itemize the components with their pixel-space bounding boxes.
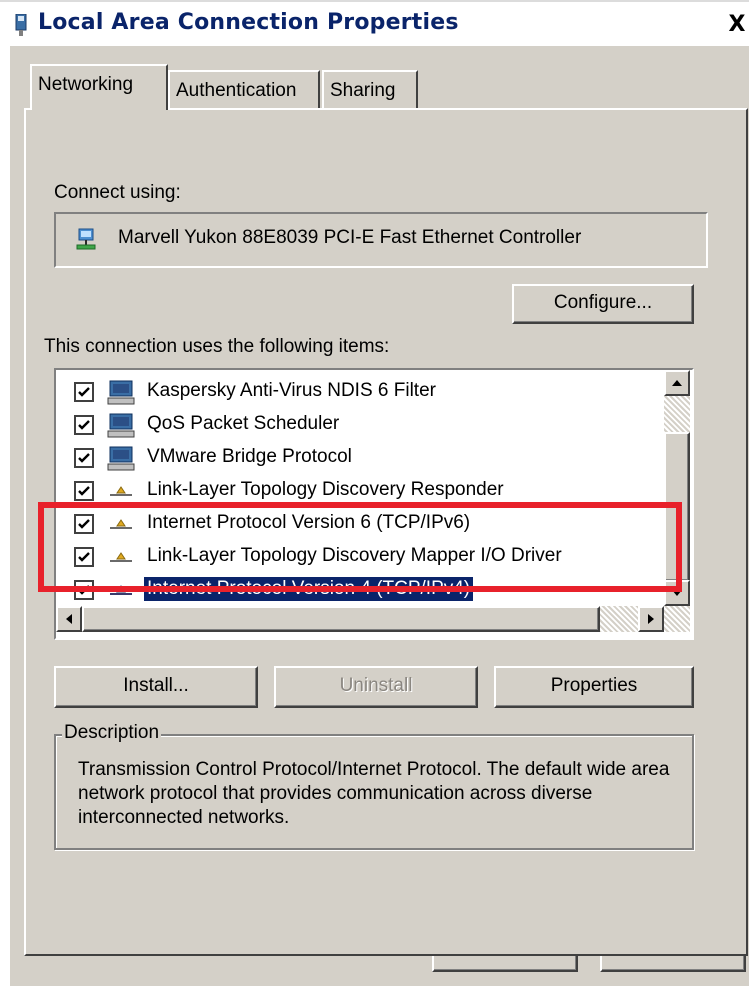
list-item[interactable]: QoS Packet Scheduler <box>56 409 666 442</box>
network-service-icon <box>107 413 135 438</box>
item-checkbox[interactable] <box>74 415 94 435</box>
tab-label: Sharing <box>330 80 396 101</box>
network-service-icon <box>107 446 135 471</box>
properties-button[interactable]: Properties <box>494 666 694 708</box>
item-label: VMware Bridge Protocol <box>147 446 352 467</box>
tab-label: Networking <box>38 74 134 95</box>
checkmark-icon <box>78 453 90 463</box>
horizontal-scrollbar[interactable] <box>56 606 690 632</box>
item-checkbox[interactable] <box>74 448 94 468</box>
window-title: Local Area Connection Properties <box>38 10 459 35</box>
adapter-field: Marvell Yukon 88E8039 PCI-E Fast Etherne… <box>54 212 708 268</box>
arrow-up-icon <box>672 380 682 386</box>
configure-button[interactable]: Configure... <box>512 284 694 324</box>
description-text: Transmission Control Protocol/Internet P… <box>78 759 670 828</box>
description-group: Description Transmission Control Protoco… <box>54 722 694 850</box>
network-service-icon <box>107 380 135 405</box>
arrow-left-icon <box>66 614 72 624</box>
install-button[interactable]: Install... <box>54 666 258 708</box>
arrow-right-icon <box>648 614 654 624</box>
scroll-thumb-horizontal[interactable] <box>82 606 600 632</box>
title-bar: Local Area Connection Properties X <box>0 0 749 46</box>
checkmark-icon <box>78 387 90 397</box>
tab-authentication[interactable]: Authentication <box>168 70 320 108</box>
connection-properties-icon <box>15 14 27 36</box>
scroll-left-button[interactable] <box>56 606 82 632</box>
item-checkbox[interactable] <box>74 382 94 402</box>
uninstall-button[interactable]: Uninstall <box>274 666 478 708</box>
connect-using-label: Connect using: <box>54 182 181 203</box>
network-adapter-icon <box>76 228 96 250</box>
item-label: Kaspersky Anti-Virus NDIS 6 Filter <box>147 380 436 401</box>
tab-sharing[interactable]: Sharing <box>322 70 418 108</box>
annotation-highlight-box <box>38 502 682 592</box>
tab-label: Authentication <box>176 80 297 101</box>
close-button[interactable]: X <box>722 12 749 42</box>
tab-networking[interactable]: Networking <box>30 64 168 110</box>
item-label: Link-Layer Topology Discovery Responder <box>147 479 504 500</box>
checkmark-icon <box>78 420 90 430</box>
items-label: This connection uses the following items… <box>44 336 390 357</box>
description-legend: Description <box>62 722 162 744</box>
list-item[interactable]: Kaspersky Anti-Virus NDIS 6 Filter <box>56 376 666 409</box>
list-item[interactable]: VMware Bridge Protocol <box>56 442 666 475</box>
item-label: QoS Packet Scheduler <box>147 413 340 434</box>
scroll-right-button[interactable] <box>638 606 664 632</box>
adapter-name: Marvell Yukon 88E8039 PCI-E Fast Etherne… <box>118 227 582 248</box>
item-checkbox[interactable] <box>74 481 94 501</box>
checkmark-icon <box>78 486 90 496</box>
scroll-up-button[interactable] <box>664 370 690 396</box>
